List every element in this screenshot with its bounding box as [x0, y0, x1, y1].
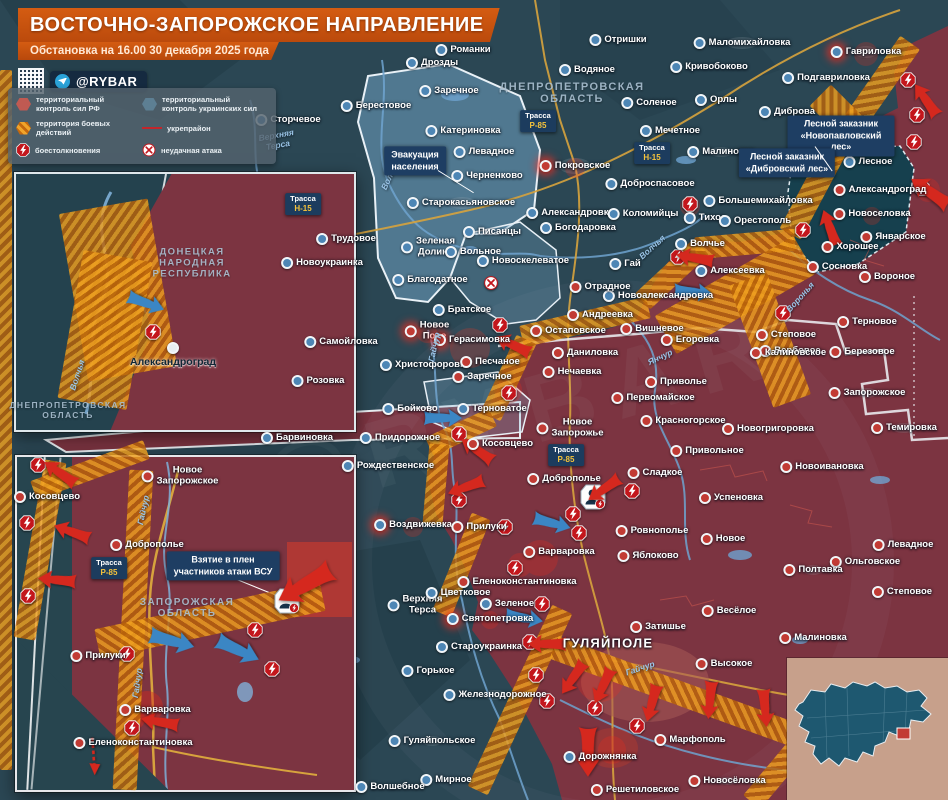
map-canvas[interactable]: @RYBAR ГригоровкаРоманкиДроздыЗа [0, 0, 948, 800]
clash-icon [16, 143, 30, 157]
fortified-line-icon [142, 127, 162, 129]
failed-attack-icon [142, 143, 156, 157]
ukraine-minimap [787, 658, 948, 800]
legend-item-ua-control: территориальный контроль украинских сил [142, 95, 260, 113]
legend-item-rf-control: территориальный контроль сил РФ [16, 95, 138, 113]
page-title: ВОСТОЧНО-ЗАПОРОЖСКОЕ НАПРАВЛЕНИЕ [18, 8, 500, 42]
ua-control-icon [142, 98, 157, 111]
inset-map-alexandrograd [14, 172, 356, 432]
page-subtitle: Обстановка на 16.00 30 декабря 2025 года [18, 42, 279, 60]
rf-control-icon [16, 98, 31, 111]
telegram-icon [55, 74, 70, 89]
legend-item-clashes: боестолкновения [16, 143, 138, 157]
brand-handle: @RYBAR [76, 74, 137, 89]
combat-zone-icon [16, 122, 31, 135]
legend-label: территориальный контроль украинских сил [162, 95, 260, 113]
legend-panel: территориальный контроль сил РФ территор… [8, 88, 276, 164]
ukraine-shape [787, 658, 948, 800]
legend-label: неудачная атака [161, 146, 222, 155]
inset2-assault-patch [287, 542, 352, 617]
legend-item-failed-attack: неудачная атака [142, 143, 260, 157]
legend-label: боестолкновения [35, 146, 100, 155]
legend-label: территориальный контроль сил РФ [36, 95, 138, 113]
header: ВОСТОЧНО-ЗАПОРОЖСКОЕ НАПРАВЛЕНИЕ Обстано… [18, 8, 500, 94]
legend-label: территория боевых действий [36, 119, 138, 137]
legend-label: укрепрайон [167, 124, 211, 133]
inset-map-zaporozhye [15, 455, 356, 792]
legend-item-fortified-line: укрепрайон [142, 119, 260, 137]
legend-item-combat-zone: территория боевых действий [16, 119, 138, 137]
